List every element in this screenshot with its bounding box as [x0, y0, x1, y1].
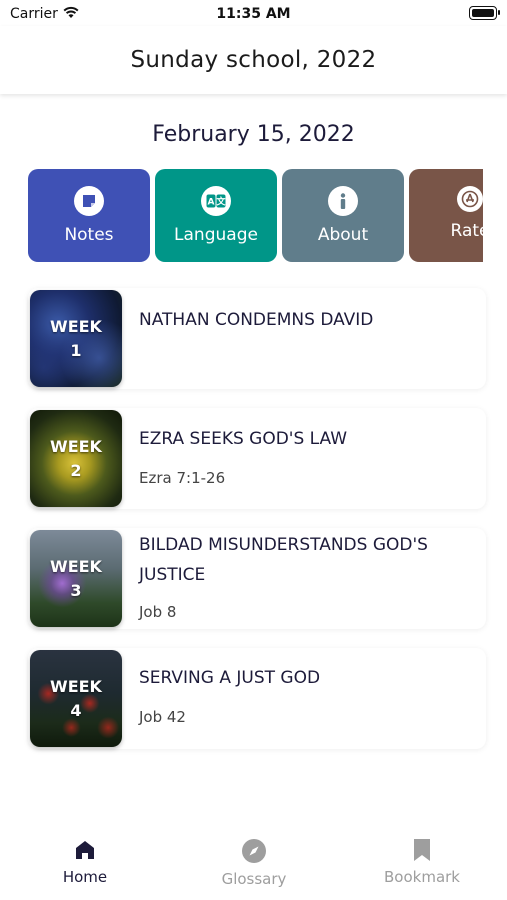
week-4-number: 4 [70, 700, 82, 720]
lesson-title: EZRA SEEKS GOD'S LAW [139, 429, 348, 449]
week-3-thumbnail: WEEK 3 [30, 530, 122, 627]
rate-button[interactable]: Rate [409, 169, 483, 262]
week-1-number: 1 [70, 340, 82, 360]
bookmark-icon [414, 839, 430, 861]
rate-label: Rate [450, 221, 484, 241]
note-icon [74, 186, 104, 216]
status-bar: Carrier 11:35 AM [0, 0, 507, 26]
nav-home-label: Home [62, 868, 108, 886]
nav-glossary-label: Glossary [221, 870, 287, 888]
nav-bookmark[interactable]: Bookmark [362, 838, 482, 886]
action-tiles: Notes A 文 Language About Rate [28, 169, 483, 263]
week-1-label: WEEK [50, 316, 102, 336]
lesson-reference: Job 8 [139, 603, 177, 621]
week-3-label: WEEK [50, 556, 102, 576]
battery-icon [469, 6, 500, 20]
lesson-card-week-1[interactable]: WEEK 1 NATHAN CONDEMNS DAVID [28, 288, 486, 389]
lesson-reference: Job 42 [139, 708, 186, 726]
bottom-nav: Home Glossary Bookmark [0, 820, 507, 900]
lesson-title: SERVING A JUST GOD [139, 668, 321, 688]
svg-text:文: 文 [215, 196, 226, 208]
clock: 11:35 AM [216, 6, 291, 22]
translate-icon: A 文 [201, 186, 231, 216]
nav-home[interactable]: Home [25, 838, 145, 886]
week-2-number: 2 [70, 460, 82, 480]
app-header: Sunday school, 2022 [0, 26, 507, 94]
lesson-title: BILDAD MISUNDERSTANDS GOD'S JUSTICE [139, 535, 428, 585]
current-date: February 15, 2022 [152, 122, 355, 147]
about-label: About [317, 225, 369, 245]
compass-icon [242, 839, 266, 863]
week-2-thumbnail: WEEK 2 [30, 410, 122, 507]
week-1-thumbnail: WEEK 1 [30, 290, 122, 387]
lesson-card-week-3[interactable]: WEEK 3 BILDAD MISUNDERSTANDS GOD'S JUSTI… [28, 528, 486, 629]
lesson-title: NATHAN CONDEMNS DAVID [139, 310, 374, 330]
week-3-number: 3 [70, 580, 82, 600]
week-4-thumbnail: WEEK 4 [30, 650, 122, 747]
nav-bookmark-label: Bookmark [384, 868, 460, 886]
about-button[interactable]: About [282, 169, 404, 262]
info-icon [328, 186, 358, 216]
notes-label: Notes [64, 225, 114, 245]
language-label: Language [174, 225, 258, 245]
notes-button[interactable]: Notes [28, 169, 150, 262]
lesson-reference: Ezra 7:1-26 [139, 469, 226, 487]
lesson-card-week-2[interactable]: WEEK 2 EZRA SEEKS GOD'S LAW Ezra 7:1-26 [28, 408, 486, 509]
nav-glossary[interactable]: Glossary [194, 838, 314, 888]
week-2-label: WEEK [50, 436, 102, 456]
week-4-label: WEEK [50, 676, 102, 696]
page-title: Sunday school, 2022 [130, 47, 377, 73]
rate-icon [457, 186, 483, 212]
svg-text:A: A [208, 198, 215, 208]
home-icon [76, 841, 94, 859]
lesson-card-week-4[interactable]: WEEK 4 SERVING A JUST GOD Job 42 [28, 648, 486, 749]
language-button[interactable]: A 文 Language [155, 169, 277, 262]
